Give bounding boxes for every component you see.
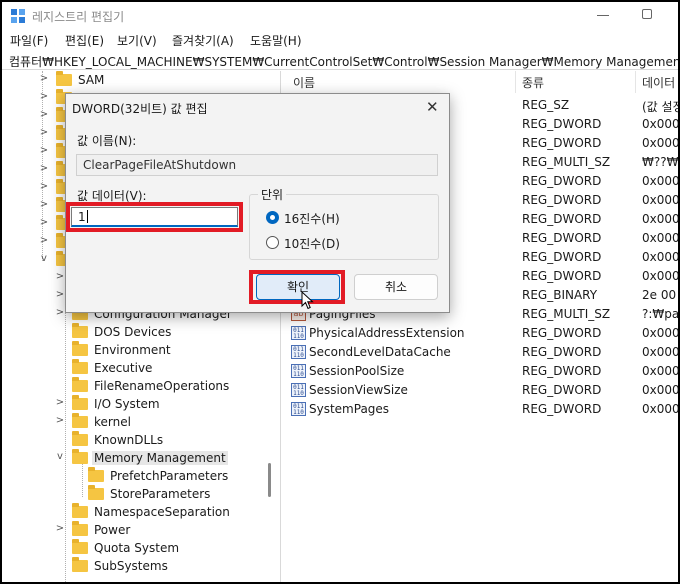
folder-icon [72, 539, 88, 554]
folder-icon [72, 557, 88, 572]
menu-edit[interactable]: 편집(E) [65, 32, 104, 49]
folder-icon [72, 377, 88, 392]
menu-bar: 파일(F) 편집(E) 보기(V) 즐겨찾기(A) 도움말(H) [2, 30, 678, 50]
title-bar: 레지스트리 편집기 [2, 2, 678, 30]
chevron-right-icon[interactable]: > [38, 145, 50, 156]
chevron-right-icon[interactable]: > [54, 523, 66, 534]
menu-help[interactable]: 도움말(H) [250, 32, 302, 49]
radio-hexadecimal-label[interactable]: 16진수(H) [284, 210, 340, 227]
binary-value-icon: 011 110 [291, 326, 306, 340]
chevron-right-icon[interactable]: > [38, 235, 50, 246]
dialog-title: DWORD(32비트) 값 편집 [72, 102, 208, 116]
chevron-right-icon[interactable]: > [54, 415, 66, 426]
chevron-right-icon[interactable]: > [38, 91, 50, 102]
edit-dword-dialog: DWORD(32비트) 값 편집 ✕ 값 이름(N): ClearPageFil… [65, 93, 450, 313]
tree-scrollbar-thumb[interactable] [268, 463, 271, 497]
registry-editor-icon [11, 9, 25, 23]
address-bar[interactable]: 컴퓨터₩HKEY_LOCAL_MACHINE₩SYSTEM₩CurrentCon… [2, 50, 678, 70]
tree-guide-line [82, 463, 83, 497]
column-separator[interactable] [635, 71, 636, 93]
menu-view[interactable]: 보기(V) [117, 32, 157, 49]
window-title: 레지스트리 편집기 [32, 10, 125, 24]
folder-icon [72, 323, 88, 338]
minimize-button[interactable] [597, 15, 609, 16]
maximize-button[interactable] [642, 9, 652, 19]
column-header-type[interactable]: 종류 [522, 71, 544, 93]
folder-icon [72, 395, 88, 410]
chevron-right-icon[interactable]: > [54, 397, 66, 408]
folder-icon [72, 449, 88, 464]
chevron-right-icon[interactable]: > [38, 163, 50, 174]
value-row-physicaladdressextension[interactable]: 011 110 PhysicalAddressExtension REG_DWOR… [285, 324, 678, 343]
binary-value-icon: 011 110 [291, 402, 306, 416]
value-row-systempages[interactable]: 011110 SystemPages REG_DWORD 0x0000 [285, 400, 678, 419]
highlight-box-ok [249, 270, 345, 304]
folder-icon [72, 521, 88, 536]
binary-value-icon: 011 110 [291, 345, 306, 359]
menu-favorites[interactable]: 즐겨찾기(A) [172, 32, 234, 49]
value-row-sessionviewsize[interactable]: 011110 SessionViewSize REG_DWORD 0x0000 [285, 381, 678, 400]
menu-file[interactable]: 파일(F) [10, 32, 48, 49]
chevron-right-icon[interactable]: > [38, 109, 50, 120]
chevron-right-icon[interactable]: > [38, 199, 50, 210]
column-separator[interactable] [515, 71, 516, 93]
chevron-down-icon[interactable]: v [54, 451, 66, 462]
highlight-box-value-data [66, 202, 243, 232]
chevron-right-icon[interactable]: > [38, 181, 50, 192]
folder-icon [88, 485, 104, 500]
mouse-cursor-icon [301, 291, 314, 310]
cancel-button[interactable]: 취소 [354, 274, 438, 300]
folder-icon [72, 341, 88, 356]
radio-hexadecimal[interactable] [266, 211, 279, 224]
folder-icon [88, 467, 104, 482]
chevron-right-icon[interactable]: > [38, 127, 50, 138]
base-group-title: 단위 [258, 186, 287, 203]
chevron-right-icon[interactable]: > [38, 217, 50, 228]
column-header-name[interactable]: 이름 [293, 71, 315, 93]
base-groupbox [249, 194, 439, 260]
folder-icon [72, 431, 88, 446]
chevron-right-icon[interactable]: > [38, 73, 50, 84]
folder-icon [56, 71, 72, 86]
folder-icon [72, 503, 88, 518]
binary-value-icon: 011 110 [291, 383, 306, 397]
binary-value-icon: 011 110 [291, 364, 306, 378]
chevron-down-icon[interactable]: v [38, 253, 50, 264]
value-row-sessionpoolsize[interactable]: 011110 SessionPoolSize REG_DWORD 0x0000 [285, 362, 678, 381]
radio-decimal[interactable] [266, 236, 279, 249]
registry-editor-window: 레지스트리 편집기 파일(F) 편집(E) 보기(V) 즐겨찾기(A) 도움말(… [0, 0, 680, 584]
radio-decimal-label[interactable]: 10진수(D) [284, 235, 340, 252]
close-icon[interactable]: ✕ [426, 98, 439, 116]
value-row-secondleveldatacache[interactable]: 011 110 SecondLevelDataCache REG_DWORD 0x… [285, 343, 678, 362]
value-name-label: 값 이름(N): [77, 134, 137, 148]
folder-icon [72, 413, 88, 428]
address-path[interactable]: 컴퓨터₩HKEY_LOCAL_MACHINE₩SYSTEM₩CurrentCon… [9, 53, 678, 70]
folder-icon [72, 359, 88, 374]
value-name-field: ClearPageFileAtShutdown [76, 154, 438, 176]
column-header-data[interactable]: 데이터 [642, 71, 675, 93]
